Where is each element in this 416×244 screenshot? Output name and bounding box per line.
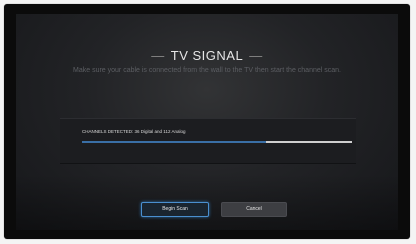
scan-progress-bar: [82, 141, 352, 143]
tv-screen: — TV SIGNAL — Make sure your cable is conn…: [16, 14, 398, 230]
cancel-button[interactable]: Cancel: [221, 202, 287, 217]
begin-scan-button[interactable]: Begin Scan: [141, 202, 209, 217]
scan-panel: CHANNELS DETECTED: 36 Digital and 112 An…: [60, 118, 356, 164]
dialog-title-row: — TV SIGNAL —: [16, 48, 398, 63]
tv-frame: — TV SIGNAL — Make sure your cable is conn…: [4, 4, 410, 239]
dialog-title: TV SIGNAL: [170, 48, 244, 63]
channels-detected-label: CHANNELS DETECTED: 36 Digital and 112 An…: [82, 129, 186, 134]
dialog-subtitle: Make sure your cable is connected from t…: [73, 67, 341, 74]
title-dash-left: —: [151, 48, 165, 63]
scan-progress-fill: [82, 141, 266, 143]
title-dash-right: —: [249, 48, 263, 63]
